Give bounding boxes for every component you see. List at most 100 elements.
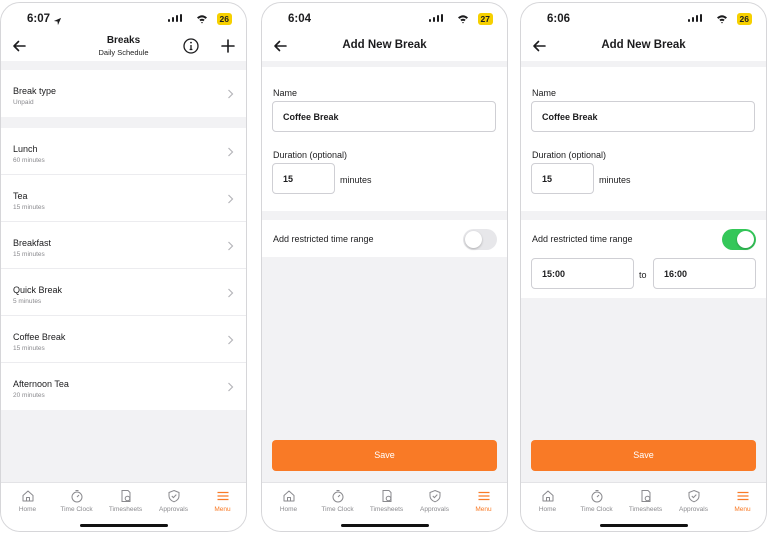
tab-menu[interactable]: Menu [459,489,507,513]
info-icon[interactable] [182,37,200,55]
tab-label: Timesheets [108,506,143,513]
duration-unit: minutes [340,175,372,185]
break-duration: 5 minutes [13,298,42,305]
home-indicator [80,524,168,527]
chevron-right-icon [228,241,234,251]
menu-icon [478,491,489,501]
tab-timesheets[interactable]: Timesheets [101,489,150,513]
list-item[interactable]: Coffee Break 15 minutes [1,316,246,363]
add-break-screen: 6:04 27 Add New Break Name Coffee Break … [261,2,508,532]
break-type-label: Break type [13,86,57,96]
status-time: 6:07 [27,13,51,25]
timesheet-icon [641,490,650,502]
battery-icon: 26 [216,13,232,25]
tab-label: Time Clock [580,506,613,513]
chevron-right-icon [228,194,234,204]
status-bar: 6:06 26 [521,3,766,35]
chevron-right-icon [228,382,234,392]
chevron-right-icon [228,89,234,99]
list-item[interactable]: Quick Break 5 minutes [1,269,246,316]
tab-time-clock[interactable]: Time Clock [313,489,362,513]
list-item[interactable]: Lunch 60 minutes [1,128,246,175]
break-form: Name Coffee Break Duration (optional) 15… [521,67,766,211]
tab-approvals[interactable]: Approvals [410,489,459,513]
break-name: Breakfast [13,238,52,248]
break-duration: 15 minutes [13,251,45,258]
page-title: Add New Break [601,39,686,51]
location-arrow-icon [53,13,62,31]
end-time-input[interactable]: 16:00 [653,258,756,289]
restricted-time-label: Add restricted time range [273,234,374,244]
wifi-icon [457,11,469,29]
chevron-right-icon [228,288,234,298]
home-icon [283,490,294,502]
nav-bar: Add New Break [521,35,766,61]
tab-label: Approvals [679,506,708,513]
break-duration: 15 minutes [13,345,45,352]
tab-time-clock[interactable]: Time Clock [52,489,101,513]
duration-input[interactable]: 15 [531,163,594,194]
save-button[interactable]: Save [531,440,756,471]
menu-icon [737,491,748,501]
duration-unit: minutes [599,175,631,185]
stopwatch-icon [591,490,602,503]
name-label: Name [273,88,298,98]
tab-home[interactable]: Home [3,489,52,513]
break-duration: 15 minutes [13,204,45,211]
add-icon[interactable] [220,38,236,54]
name-input[interactable]: Coffee Break [272,101,496,132]
tab-menu[interactable]: Menu [198,489,246,513]
tab-label: Menu [734,506,751,513]
tab-label: Approvals [159,506,188,513]
toggle-knob [737,231,754,248]
tab-approvals[interactable]: Approvals [669,489,718,513]
break-name: Lunch [13,144,38,154]
timesheet-icon [382,490,391,502]
restricted-time-row: Add restricted time range [262,220,507,257]
tab-menu[interactable]: Menu [718,489,766,513]
break-duration: 20 minutes [13,392,45,399]
to-label: to [639,270,647,280]
break-name: Afternoon Tea [13,379,69,389]
tab-home[interactable]: Home [523,489,572,513]
duration-input[interactable]: 15 [272,163,335,194]
restricted-time-toggle[interactable] [722,229,756,250]
list-item[interactable]: Breakfast 15 minutes [1,222,246,269]
name-input[interactable]: Coffee Break [531,101,755,132]
break-type-section: Break type Unpaid [1,70,246,117]
add-break-screen-restricted: 6:06 26 Add New Break Name Coffee Break … [520,2,767,532]
tab-label: Home [279,506,298,513]
breaks-list: Lunch 60 minutes Tea 15 minutes Breakfas… [1,128,246,410]
duration-label: Duration (optional) [532,150,607,160]
tab-approvals[interactable]: Approvals [149,489,198,513]
tab-label: Time Clock [60,506,93,513]
tab-label: Time Clock [321,506,354,513]
list-item[interactable]: Afternoon Tea 20 minutes [1,363,246,410]
home-icon [542,490,553,502]
page-title: Add New Break [342,39,427,51]
toggle-knob [465,231,482,248]
shield-check-icon [168,489,179,503]
start-time-input[interactable]: 15:00 [531,258,634,289]
break-type-row[interactable]: Break type Unpaid [1,70,246,117]
wifi-icon [196,11,208,29]
status-time: 6:06 [547,13,571,25]
tab-timesheets[interactable]: Timesheets [621,489,670,513]
nav-bar: Add New Break [262,35,507,61]
status-bar: 6:04 27 [262,3,507,35]
page-title: Breaks [106,35,141,46]
tab-timesheets[interactable]: Timesheets [362,489,411,513]
list-item[interactable]: Tea 15 minutes [1,175,246,222]
battery-icon: 26 [736,13,752,25]
restricted-time-toggle[interactable] [463,229,497,250]
save-button[interactable]: Save [272,440,497,471]
tab-home[interactable]: Home [264,489,313,513]
tab-label: Menu [475,506,492,513]
wifi-icon [716,11,728,29]
duration-label: Duration (optional) [273,150,348,160]
name-label: Name [532,88,557,98]
status-time: 6:04 [288,13,312,25]
breaks-screen: 6:07 26 Breaks Daily Schedule Break type… [0,2,247,532]
tab-time-clock[interactable]: Time Clock [572,489,621,513]
break-form: Name Coffee Break Duration (optional) 15… [262,67,507,211]
